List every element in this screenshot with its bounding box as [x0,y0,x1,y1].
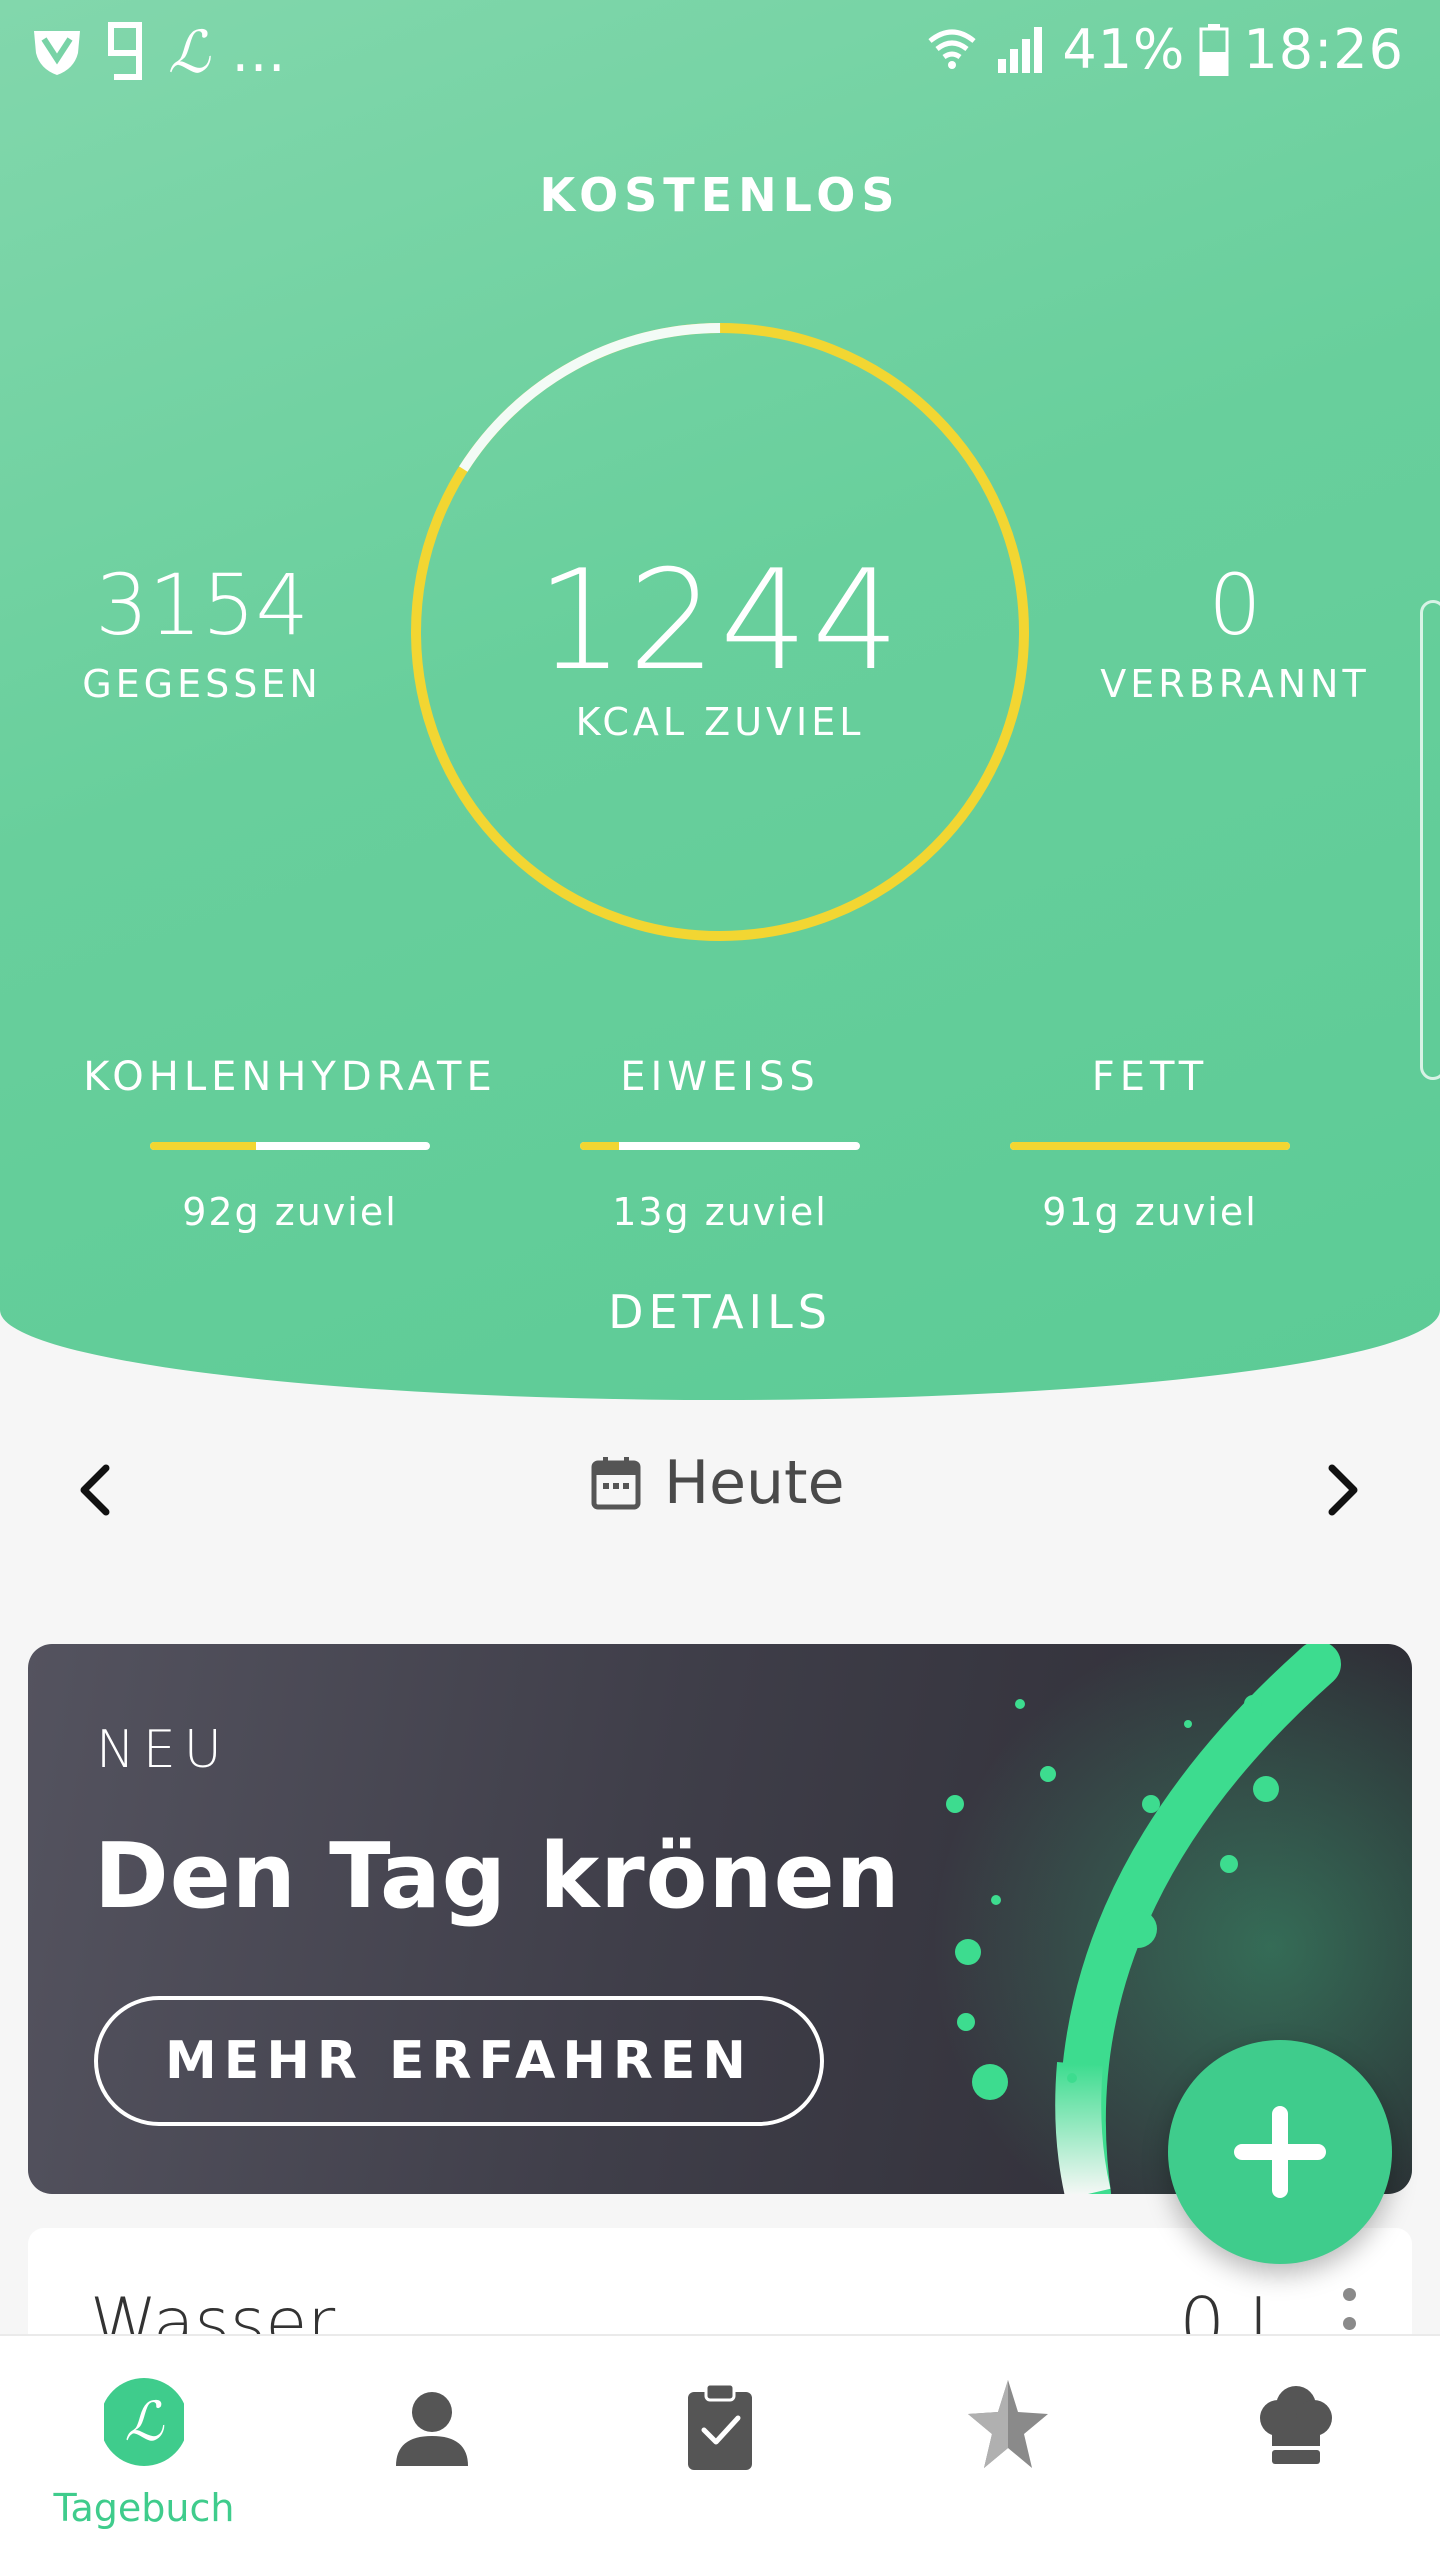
macro-protein-bar [580,1142,860,1150]
kcal-remaining-value: 1244 [536,540,904,701]
eaten-label: GEGESSEN [82,662,322,706]
macro-carbs-bar-fill [150,1142,257,1150]
learn-more-button[interactable]: MEHR ERFAHREN [94,1996,824,2126]
macro-fat-status: 91g zuviel [1042,1190,1258,1234]
calendar-icon [591,1457,641,1510]
macro-carbs-name: KOHLENHYDRATE [83,1054,497,1100]
star-icon [968,2380,1048,2468]
edge-panel-handle[interactable] [1420,600,1440,1080]
date-navigator: Heute [0,1440,1440,1540]
macro-protein-status: 13g zuviel [612,1190,828,1234]
chevron-left-icon[interactable] [66,1458,126,1522]
macro-fat-name: FETT [1091,1054,1209,1100]
bottom-navigation: ℒ Tagebuch [0,2334,1440,2560]
status-right-icons: 41% 18:26 [926,18,1404,81]
macro-fat-bar [1010,1142,1290,1150]
shield-icon [34,31,80,75]
clipboard-check-icon [688,2382,752,2470]
macro-fat: FETT 91g zuviel [940,1054,1360,1234]
battery-icon [1199,23,1229,76]
svg-text:ℒ: ℒ [125,2390,165,2453]
eaten-value: 3154 [95,556,309,654]
plus-icon [1234,2106,1326,2198]
chevron-right-icon[interactable] [1312,1458,1372,1522]
plan-label: KOSTENLOS [539,168,901,222]
details-button[interactable]: DETAILS [0,1285,1440,1339]
tab-recipes[interactable] [1152,2336,1440,2560]
tab-diary[interactable]: ℒ Tagebuch [0,2336,288,2560]
promo-title: Den Tag krönen [94,1824,901,1929]
g-icon [108,22,142,80]
clock: 18:26 [1243,18,1404,81]
chef-hat-icon [1260,2386,1332,2464]
tab-profile[interactable] [288,2336,576,2560]
date-label: Heute [664,1448,845,1518]
tab-diary-label: Tagebuch [53,2486,235,2530]
wifi-icon [928,29,976,69]
tab-plans[interactable] [576,2336,864,2560]
macro-protein-name: EIWEISS [620,1054,820,1100]
promo-eyebrow: NEU [96,1720,230,1780]
burned-label: VERBRANNT [1100,662,1370,706]
add-entry-button[interactable] [1168,2040,1392,2264]
lifesum-logo-icon: ℒ [104,2378,184,2466]
macro-protein-bar-fill [580,1142,620,1150]
status-left-icons: ℒ ... [30,18,286,86]
burned-value: 0 [1208,556,1262,654]
signal-icon [998,26,1043,73]
macro-carbs: KOHLENHYDRATE 92g zuviel [80,1054,500,1234]
summary-header: ℒ ... 41% 18:26 KOSTENLOS 1244 KCAL ZUVI… [0,0,1440,1400]
status-bar: ℒ ... 41% 18:26 [0,0,1440,100]
macro-carbs-status: 92g zuviel [182,1190,398,1234]
macro-fat-bar-fill [1010,1142,1290,1150]
macro-protein: EIWEISS 13g zuviel [510,1054,930,1234]
burned-stat: 0 VERBRANNT [1055,556,1415,706]
lifesum-icon: ℒ [168,18,210,86]
kcal-remaining-label: KCAL ZUVIEL [575,700,865,744]
status-overflow: ... [231,20,287,84]
battery-percent: 41% [1062,18,1186,81]
eaten-stat: 3154 GEGESSEN [22,556,382,706]
date-picker[interactable]: Heute [590,1448,845,1518]
person-icon [396,2392,468,2466]
macro-carbs-bar [150,1142,430,1150]
tab-premium[interactable] [864,2336,1152,2560]
